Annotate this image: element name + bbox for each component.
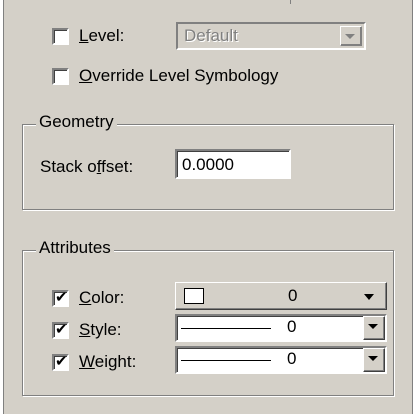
color-value: 0 (288, 286, 298, 305)
style-combo[interactable]: 0 (175, 314, 387, 342)
line-style-swatch (181, 328, 271, 329)
weight-combo[interactable]: 0 (175, 346, 387, 374)
color-swatch (184, 288, 204, 304)
override-level-symbology-checkbox[interactable] (52, 67, 69, 85)
level-checkbox[interactable] (52, 27, 69, 45)
level-row: Level: (52, 26, 124, 46)
geometry-group-title: Geometry (36, 112, 117, 132)
level-combo-value: Default (184, 26, 238, 45)
override-level-symbology-label: Override Level Symbology (79, 66, 279, 85)
style-value: 0 (287, 317, 297, 336)
top-divider-tick (290, 0, 291, 4)
color-checkbox[interactable]: ✔ (52, 288, 69, 307)
color-combo[interactable]: 0 (175, 282, 387, 310)
checkmark-icon: ✔ (55, 288, 68, 306)
weight-checkbox[interactable]: ✔ (52, 352, 69, 371)
panel-left-edge (0, 0, 4, 414)
attributes-group-title: Attributes (36, 238, 114, 258)
stack-offset-input[interactable]: 0.0000 (175, 149, 291, 179)
style-dropdown-button[interactable] (363, 316, 385, 340)
line-weight-swatch (181, 360, 271, 361)
color-row: ✔ Color: (52, 288, 124, 308)
weight-row: ✔ Weight: (52, 352, 136, 372)
override-row: Override Level Symbology (52, 66, 278, 86)
panel-right-edge (412, 0, 416, 414)
level-label: Level: (79, 26, 125, 45)
chevron-down-icon (368, 356, 378, 361)
weight-value: 0 (287, 349, 297, 368)
weight-dropdown-button[interactable] (363, 348, 385, 372)
weight-label: Weight: (79, 352, 137, 371)
color-label: Color: (79, 288, 125, 307)
level-combo[interactable]: Default (176, 22, 366, 50)
style-label: Style: (79, 320, 122, 339)
checkmark-icon: ✔ (55, 352, 68, 370)
style-row: ✔ Style: (52, 320, 122, 340)
stack-offset-label: Stack offset: (40, 157, 134, 176)
chevron-down-icon (368, 324, 378, 329)
chevron-down-icon[interactable] (364, 294, 374, 300)
style-checkbox[interactable]: ✔ (52, 320, 69, 339)
checkmark-icon: ✔ (55, 320, 68, 338)
level-dropdown-button[interactable] (340, 26, 362, 46)
chevron-down-icon (345, 34, 355, 39)
stack-offset-value: 0.0000 (182, 155, 234, 174)
